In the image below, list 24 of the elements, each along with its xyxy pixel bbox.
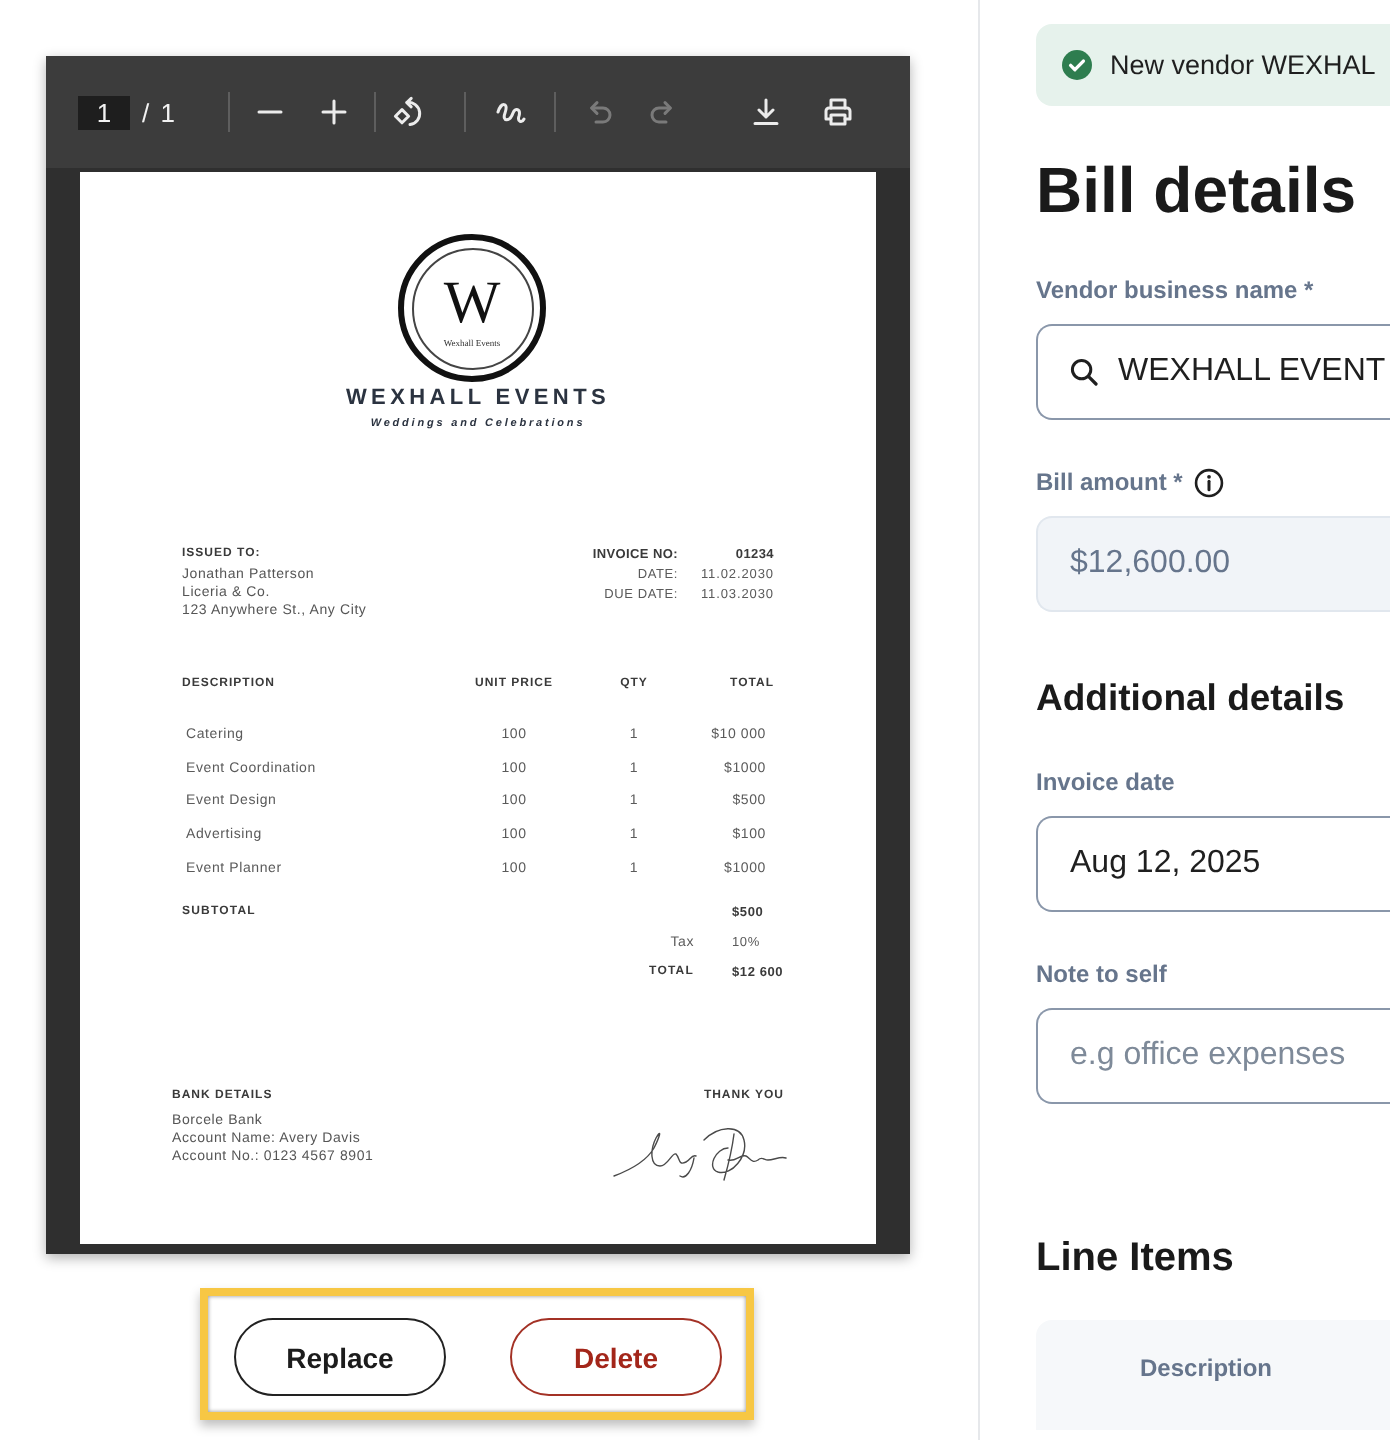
search-icon xyxy=(1070,358,1098,386)
text-field[interactable]: e.g office expenses xyxy=(1036,1008,1390,1104)
download-icon[interactable] xyxy=(750,96,782,128)
search-field[interactable]: WEXHALL EVENT xyxy=(1036,324,1390,420)
rotate-icon[interactable] xyxy=(392,96,424,128)
check-circle-icon xyxy=(1062,50,1092,80)
replace-button[interactable]: Replace xyxy=(234,1318,446,1396)
section-title: Line Items xyxy=(1036,1234,1236,1282)
page-number-field[interactable]: 1 xyxy=(78,95,130,129)
column-header: Description xyxy=(1140,1354,1273,1382)
section-title: Additional details xyxy=(1036,676,1347,720)
toast-message: New vendor WEXHAL xyxy=(1110,50,1376,80)
plus-icon[interactable] xyxy=(318,96,350,128)
field-label: Note to self xyxy=(1036,958,1167,990)
delete-button[interactable]: Delete xyxy=(510,1318,722,1396)
field-label: Vendor business name * xyxy=(1036,274,1314,306)
print-icon[interactable] xyxy=(822,96,854,128)
page-title: Bill details xyxy=(1036,152,1359,228)
logo-monogram: W xyxy=(443,274,501,334)
page-count: / 1 xyxy=(142,97,177,127)
text-field[interactable]: Aug 12, 2025 xyxy=(1036,816,1390,912)
field-label: Bill amount * xyxy=(1036,466,1183,498)
company-name: WEXHALL EVENTS xyxy=(343,386,613,412)
field-label: Invoice date xyxy=(1036,766,1175,798)
